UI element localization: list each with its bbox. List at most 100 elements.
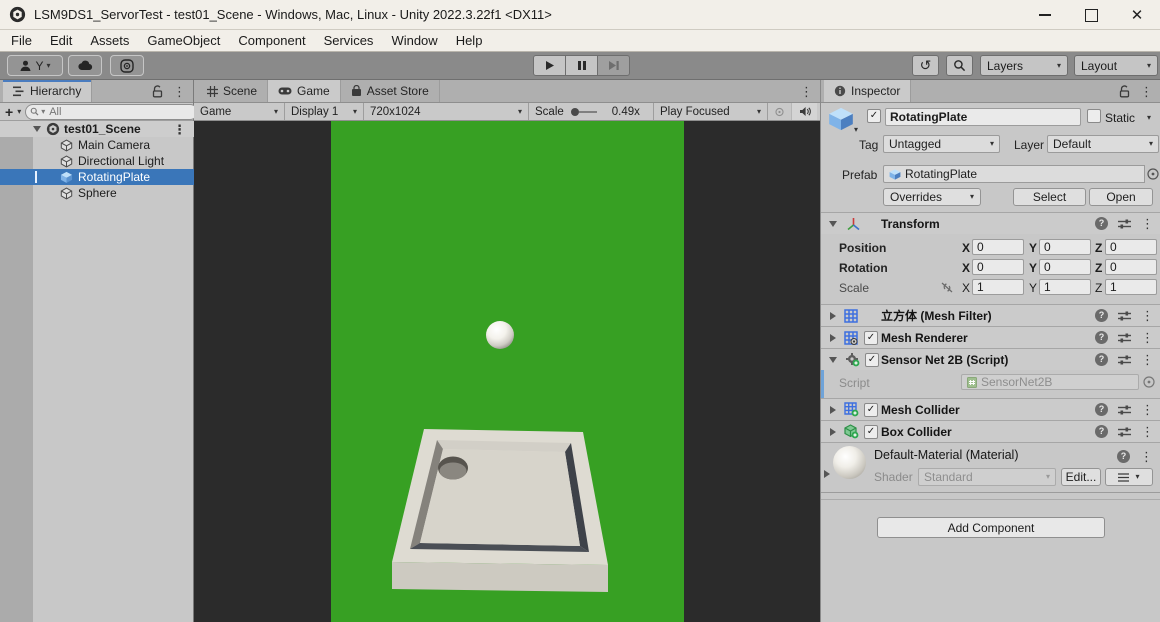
- tab-inspector[interactable]: Inspector: [824, 80, 911, 102]
- component-enabled-checkbox[interactable]: ✓: [864, 425, 878, 439]
- gizmos-toggle[interactable]: [768, 103, 792, 120]
- kebab-menu-icon[interactable]: ⋮: [1141, 425, 1154, 438]
- rotation-z-input[interactable]: [1105, 259, 1157, 275]
- pause-button[interactable]: [565, 55, 598, 76]
- overrides-button[interactable]: Overrides ▾: [883, 188, 981, 206]
- help-icon[interactable]: ?: [1095, 425, 1108, 438]
- foldout-open-icon[interactable]: [829, 221, 837, 227]
- prefab-object-field[interactable]: RotatingPlate: [883, 165, 1145, 183]
- script-object-field[interactable]: SensorNet2B: [961, 374, 1139, 390]
- menu-gameobject[interactable]: GameObject: [138, 33, 229, 48]
- menu-assets[interactable]: Assets: [81, 33, 138, 48]
- search-button[interactable]: [946, 55, 973, 76]
- icon-picker-caret[interactable]: ▾: [854, 126, 858, 134]
- chevron-down-icon[interactable]: ▾: [17, 108, 21, 116]
- create-object-button[interactable]: +: [5, 104, 13, 120]
- rotation-y-input[interactable]: [1039, 259, 1091, 275]
- tab-asset-store[interactable]: Asset Store: [341, 80, 440, 102]
- gameobject-name-input[interactable]: [885, 108, 1081, 126]
- help-icon[interactable]: ?: [1095, 217, 1108, 230]
- position-z-input[interactable]: [1105, 239, 1157, 255]
- presets-icon[interactable]: [1118, 426, 1131, 438]
- foldout-closed-icon[interactable]: [830, 406, 836, 414]
- kebab-menu-icon[interactable]: ⋮: [800, 85, 813, 98]
- box-collider-header[interactable]: ✓ Box Collider ? ⋮: [821, 420, 1160, 442]
- foldout-closed-icon[interactable]: [830, 428, 836, 436]
- mesh-filter-header[interactable]: 立方体 (Mesh Filter) ? ⋮: [821, 304, 1160, 326]
- kebab-menu-icon[interactable]: ⋮: [1141, 403, 1154, 416]
- object-picker-icon[interactable]: [1143, 376, 1155, 388]
- position-y-input[interactable]: [1039, 239, 1091, 255]
- shader-dropdown[interactable]: Standard ▾: [918, 468, 1056, 486]
- hierarchy-search[interactable]: ▾: [25, 104, 198, 120]
- tree-row-directional-light[interactable]: Directional Light: [0, 153, 194, 169]
- presets-icon[interactable]: [1118, 354, 1131, 366]
- presets-icon[interactable]: [1118, 310, 1131, 322]
- presets-icon[interactable]: [1118, 332, 1131, 344]
- material-menu-button[interactable]: ▾: [1105, 468, 1153, 486]
- kebab-menu-icon[interactable]: ⋮: [173, 123, 186, 136]
- kebab-menu-icon[interactable]: ⋮: [1141, 353, 1154, 366]
- menu-edit[interactable]: Edit: [41, 33, 81, 48]
- search-filter-caret-icon[interactable]: ▾: [41, 108, 45, 116]
- undo-history-button[interactable]: ↺: [912, 55, 939, 76]
- add-component-button[interactable]: Add Component: [877, 517, 1105, 538]
- layout-dropdown[interactable]: Layout ▾: [1074, 55, 1158, 76]
- lock-icon[interactable]: [1119, 85, 1130, 98]
- foldout-open-icon[interactable]: [33, 126, 41, 132]
- shader-edit-button[interactable]: Edit...: [1061, 468, 1101, 486]
- help-icon[interactable]: ?: [1095, 403, 1108, 416]
- step-button[interactable]: [597, 55, 630, 76]
- static-checkbox[interactable]: [1087, 109, 1101, 123]
- mesh-renderer-header[interactable]: ✓ Mesh Renderer ? ⋮: [821, 326, 1160, 348]
- object-picker-icon[interactable]: [1147, 168, 1159, 180]
- layers-dropdown[interactable]: Layers ▾: [980, 55, 1068, 76]
- scale-x-input[interactable]: [972, 279, 1024, 295]
- layer-dropdown[interactable]: Default ▾: [1047, 135, 1159, 153]
- play-button[interactable]: [533, 55, 566, 76]
- kebab-menu-icon[interactable]: ⋮: [173, 85, 186, 98]
- menu-file[interactable]: File: [2, 33, 41, 48]
- minimize-button[interactable]: [1022, 0, 1068, 30]
- select-button[interactable]: Select: [1013, 188, 1086, 206]
- tree-row-sphere[interactable]: Sphere: [0, 185, 194, 201]
- rotation-x-input[interactable]: [972, 259, 1024, 275]
- foldout-closed-icon[interactable]: [830, 312, 836, 320]
- menu-services[interactable]: Services: [315, 33, 383, 48]
- kebab-menu-icon[interactable]: ⋮: [1141, 331, 1154, 344]
- help-icon[interactable]: ?: [1095, 331, 1108, 344]
- material-foldout-icon[interactable]: [824, 470, 830, 478]
- hierarchy-search-input[interactable]: [47, 105, 193, 119]
- component-enabled-checkbox[interactable]: ✓: [865, 353, 879, 367]
- kebab-menu-icon[interactable]: ⋮: [1140, 450, 1153, 463]
- kebab-menu-icon[interactable]: ⋮: [1141, 309, 1154, 322]
- tab-hierarchy[interactable]: Hierarchy: [3, 80, 92, 102]
- maximize-button[interactable]: [1068, 0, 1114, 30]
- material-preview-sphere[interactable]: [833, 446, 866, 479]
- mute-audio-toggle[interactable]: [792, 103, 817, 120]
- kebab-menu-icon[interactable]: ⋮: [1140, 85, 1153, 98]
- sensor-net-script-header[interactable]: ✓ Sensor Net 2B (Script) ? ⋮: [821, 348, 1160, 370]
- foldout-open-icon[interactable]: [829, 357, 837, 363]
- component-enabled-checkbox[interactable]: ✓: [864, 403, 878, 417]
- foldout-closed-icon[interactable]: [830, 334, 836, 342]
- tab-scene[interactable]: Scene: [197, 80, 268, 102]
- tree-row-scene[interactable]: test01_Scene ⋮: [0, 121, 194, 137]
- close-button[interactable]: ✕: [1114, 0, 1160, 30]
- menu-window[interactable]: Window: [382, 33, 446, 48]
- kebab-menu-icon[interactable]: ⋮: [1141, 217, 1154, 230]
- presets-icon[interactable]: [1118, 404, 1131, 416]
- resolution-dropdown[interactable]: 720x1024▾: [364, 103, 529, 120]
- services-button[interactable]: [110, 55, 144, 76]
- open-button[interactable]: Open: [1089, 188, 1153, 206]
- display-dropdown[interactable]: Display 1▾: [285, 103, 364, 120]
- display-mode-dropdown[interactable]: Game▾: [194, 103, 285, 120]
- tree-row-main-camera[interactable]: Main Camera: [0, 137, 194, 153]
- scale-y-input[interactable]: [1039, 279, 1091, 295]
- cloud-button[interactable]: [68, 55, 102, 76]
- help-icon[interactable]: ?: [1095, 309, 1108, 322]
- tag-dropdown[interactable]: Untagged ▾: [883, 135, 1000, 153]
- mesh-collider-header[interactable]: ✓ Mesh Collider ? ⋮: [821, 398, 1160, 420]
- static-caret-icon[interactable]: ▾: [1147, 114, 1151, 122]
- transform-header[interactable]: Transform ? ⋮: [821, 212, 1160, 234]
